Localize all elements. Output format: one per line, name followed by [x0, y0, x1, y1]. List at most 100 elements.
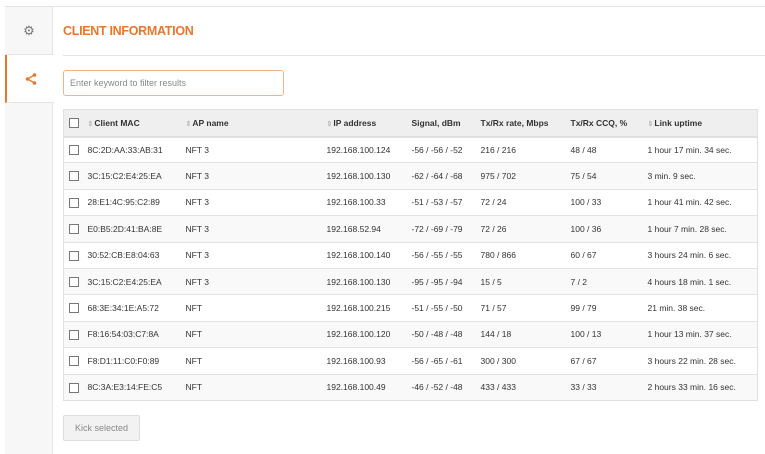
cell-rate: 300 / 300: [480, 347, 571, 375]
cell-link-uptime: 4 hours 18 min. 1 sec.: [647, 267, 758, 295]
cell-link-uptime: 1 hour 41 min. 42 sec.: [647, 188, 758, 216]
cell-ap-name: NFT 3: [185, 188, 327, 216]
cell-client-mac: 3C:15:C2:E4:25:EA: [87, 162, 186, 190]
cell-link-uptime: 21 min. 38 sec.: [647, 294, 758, 322]
column-ip-address[interactable]: ⇕IP address: [326, 109, 412, 138]
cell-link-uptime: 2 hours 33 min. 16 sec.: [647, 373, 758, 401]
cell-link-uptime: 1 hour 7 min. 28 sec.: [647, 215, 758, 243]
cell-signal: -56 / -55 / -55: [411, 241, 481, 269]
share-icon: [25, 72, 36, 85]
column-rate: Tx/Rx rate, Mbps: [480, 109, 571, 138]
cell-ip-address: 192.168.100.124: [326, 135, 412, 163]
row-checkbox[interactable]: [69, 171, 79, 182]
cell-rate: 71 / 57: [480, 294, 571, 322]
cell-ap-name: NFT 3: [185, 241, 327, 269]
tab-settings[interactable]: ⚙: [5, 7, 53, 55]
cell-ccq: 99 / 79: [570, 294, 648, 322]
cell-link-uptime: 3 min. 9 sec.: [647, 162, 758, 190]
cell-ap-name: NFT 3: [185, 162, 327, 190]
table-row: 68:3E:34:1E:A5:72 NFT 192.168.100.215 -51 /…: [63, 294, 758, 322]
tab-clients[interactable]: [5, 55, 54, 103]
cell-client-mac: 68:3E:34:1E:A5:72: [87, 294, 186, 322]
row-checkbox[interactable]: [69, 224, 79, 235]
table-row: 28:E1:4C:95:C2:89 NFT 3 192.168.100.33 -51 …: [63, 188, 758, 216]
cell-client-mac: E0:B5:2D:41:BA:8E: [87, 215, 186, 243]
cell-ip-address: 192.168.100.130: [326, 267, 412, 295]
cell-ccq: 48 / 48: [570, 135, 648, 163]
column-ap-name[interactable]: ⇕AP name: [185, 109, 327, 138]
cell-ap-name: NFT: [185, 294, 327, 322]
cell-ap-name: NFT 3: [185, 135, 327, 163]
cell-rate: 216 / 216: [480, 135, 571, 163]
gear-icon: ⚙: [23, 22, 35, 38]
cell-ccq: 100 / 36: [570, 215, 648, 243]
sort-icon: ⇕: [647, 120, 654, 128]
cell-ccq: 100 / 13: [570, 320, 648, 348]
row-checkbox[interactable]: [69, 250, 79, 261]
sort-icon: ⇕: [326, 120, 333, 128]
cell-ap-name: NFT: [185, 320, 327, 348]
table-row: F8:16:54:03:C7:8A NFT 192.168.100.120 -50 /…: [63, 320, 758, 348]
cell-signal: -50 / -48 / -48: [411, 320, 481, 348]
row-checkbox[interactable]: [69, 277, 79, 288]
table-row: 3C:15:C2:E4:25:EA NFT 3 192.168.100.130 -95…: [63, 267, 758, 295]
row-checkbox[interactable]: [69, 303, 79, 314]
cell-ccq: 100 / 33: [570, 188, 648, 216]
cell-signal: -62 / -64 / -68: [411, 162, 481, 190]
divider: [63, 55, 765, 56]
column-client-mac[interactable]: ⇕Client MAC: [87, 109, 186, 138]
cell-rate: 15 / 5: [480, 267, 571, 295]
cell-ccq: 7 / 2: [570, 267, 648, 295]
cell-ccq: 33 / 33: [570, 373, 648, 401]
select-all-checkbox[interactable]: [69, 118, 79, 129]
cell-ip-address: 192.168.100.140: [326, 241, 412, 269]
table-header: ⇕Client MAC ⇕AP name ⇕IP address Signal,…: [63, 109, 758, 138]
cell-ip-address: 192.168.100.49: [326, 373, 412, 401]
cell-signal: -95 / -95 / -94: [411, 267, 481, 295]
table-row: 3C:15:C2:E4:25:EA NFT 3 192.168.100.130 -62…: [63, 162, 758, 190]
row-checkbox[interactable]: [69, 145, 79, 156]
table-row: F8:D1:11:C0:F0:89 NFT 192.168.100.93 -56 / …: [63, 347, 758, 375]
cell-client-mac: 3C:15:C2:E4:25:EA: [87, 267, 186, 295]
cell-rate: 975 / 702: [480, 162, 571, 190]
cell-ip-address: 192.168.100.33: [326, 188, 412, 216]
cell-signal: -56 / -56 / -52: [411, 135, 481, 163]
cell-client-mac: 8C:3A:E3:14:FE:C5: [87, 373, 186, 401]
cell-link-uptime: 1 hour 17 min. 34 sec.: [647, 135, 758, 163]
cell-ip-address: 192.168.100.120: [326, 320, 412, 348]
row-checkbox[interactable]: [69, 356, 79, 367]
row-checkbox[interactable]: [69, 382, 79, 393]
table-row: 8C:2D:AA:33:AB:31 NFT 3 192.168.100.124 -56…: [63, 135, 758, 163]
sort-icon: ⇕: [87, 120, 94, 128]
row-checkbox[interactable]: [69, 197, 79, 208]
cell-ip-address: 192.168.100.130: [326, 162, 412, 190]
cell-rate: 433 / 433: [480, 373, 571, 401]
cell-link-uptime: 3 hours 22 min. 28 sec.: [647, 347, 758, 375]
cell-ip-address: 192.168.100.93: [326, 347, 412, 375]
cell-rate: 72 / 24: [480, 188, 571, 216]
cell-ip-address: 192.168.52.94: [326, 215, 412, 243]
cell-rate: 144 / 18: [480, 320, 571, 348]
kick-selected-button[interactable]: Kick selected: [63, 415, 140, 441]
filter-input[interactable]: [63, 70, 284, 96]
cell-ccq: 67 / 67: [570, 347, 648, 375]
page-title: CLIENT INFORMATION: [63, 24, 194, 38]
cell-signal: -51 / -53 / -57: [411, 188, 481, 216]
cell-signal: -72 / -69 / -79: [411, 215, 481, 243]
cell-rate: 72 / 26: [480, 215, 571, 243]
column-link-uptime[interactable]: ⇕Link uptime: [647, 109, 758, 138]
sidebar: ⚙: [5, 7, 54, 454]
column-signal: Signal, dBm: [411, 109, 481, 138]
cell-ap-name: NFT: [185, 347, 327, 375]
cell-ccq: 60 / 67: [570, 241, 648, 269]
cell-ip-address: 192.168.100.215: [326, 294, 412, 322]
row-checkbox[interactable]: [69, 329, 79, 340]
clients-table: ⇕Client MAC ⇕AP name ⇕IP address Signal,…: [63, 109, 758, 401]
cell-ap-name: NFT 3: [185, 215, 327, 243]
cell-client-mac: 28:E1:4C:95:C2:89: [87, 188, 186, 216]
cell-client-mac: F8:D1:11:C0:F0:89: [87, 347, 186, 375]
cell-client-mac: 30:52:CB:E8:04:63: [87, 241, 186, 269]
cell-link-uptime: 3 hours 24 min. 6 sec.: [647, 241, 758, 269]
cell-ccq: 75 / 54: [570, 162, 648, 190]
cell-signal: -56 / -65 / -61: [411, 347, 481, 375]
